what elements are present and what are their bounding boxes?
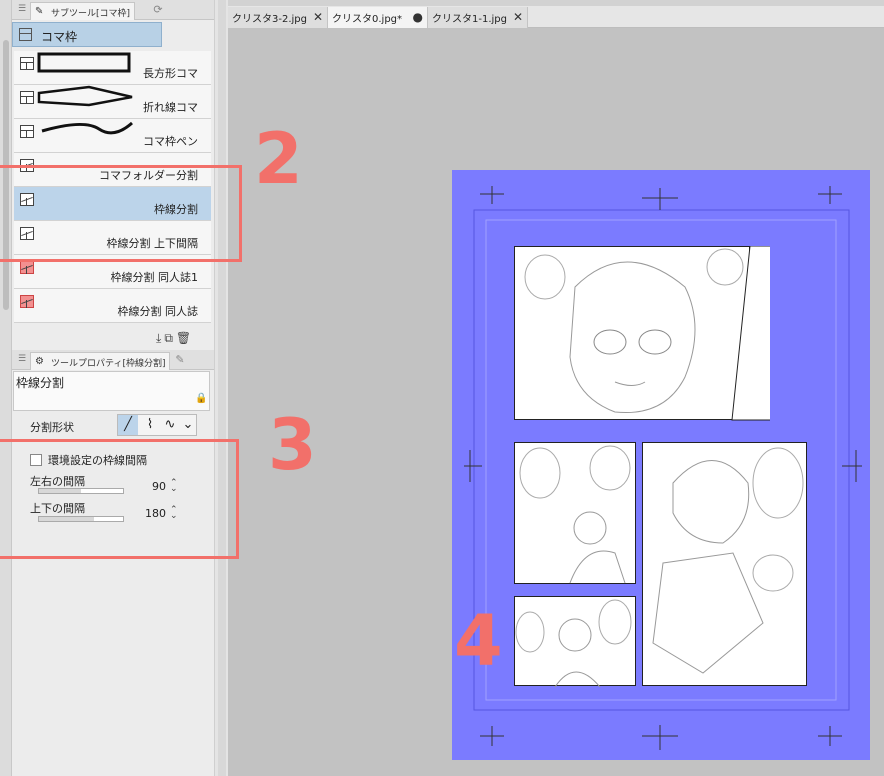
subtool-item-frame-pen[interactable]: コマ枠ペン	[14, 119, 211, 153]
tab-subtool-frame[interactable]: ✎ サブツール[コマ枠]	[30, 2, 136, 20]
subtool-tab-label: サブツール[コマ枠]	[51, 9, 131, 19]
frame-group-icon	[19, 28, 32, 41]
annotation-box-3	[0, 439, 239, 559]
divide-red-icon	[20, 295, 34, 308]
subtool-list-tools: ⤓⧉🗑	[156, 331, 194, 346]
lock-icon[interactable]: 🔒	[195, 393, 207, 404]
panel-menu-icon[interactable]: ☰	[18, 4, 26, 14]
subtool-tabbar: ☰ ✎ サブツール[コマ枠] ⟳	[12, 0, 214, 20]
panel-menu-icon[interactable]: ☰	[18, 354, 26, 364]
annotation-box-2	[0, 165, 242, 262]
subtool-item-label: 長方形コマ	[143, 67, 198, 80]
doc-tab-3[interactable]: クリスタ1-1.jpg ✕	[428, 7, 528, 28]
panel-scrollbar-thumb[interactable]	[218, 0, 226, 776]
wrench-icon: ⚙	[35, 356, 44, 367]
sketch-girl-closeup	[524, 248, 744, 414]
menu-strip	[228, 0, 884, 6]
split-shape-selector[interactable]: ╱ ⌇ ∿ ⌄	[117, 414, 197, 436]
doc-tab-2[interactable]: クリスタ0.jpg* ●	[328, 7, 428, 28]
polyline-icon[interactable]: ⌇	[140, 415, 160, 435]
slanted-panel-frame[interactable]	[730, 246, 770, 426]
tab-tool-property[interactable]: ⚙ ツールプロパティ[枠線分割]	[30, 352, 171, 370]
tool-name-box: 枠線分割	[13, 371, 210, 411]
panel-frame-5[interactable]	[514, 596, 636, 687]
annotation-number-3: 3	[268, 404, 317, 486]
curve-icon[interactable]: ∿	[160, 415, 180, 435]
history-icon[interactable]: ⟳	[148, 3, 168, 19]
document-tabbar: クリスタ3-2.jpg ✕ クリスタ0.jpg* ● クリスタ1-1.jpg ✕	[228, 0, 884, 28]
divide-red-icon	[20, 261, 34, 274]
brush-icon[interactable]: ✎	[170, 353, 190, 369]
panel-frame-4[interactable]	[642, 442, 807, 686]
pen-icon: ✎	[35, 6, 44, 17]
doc-tab-label: クリスタ0.jpg*	[332, 14, 403, 25]
sketch-characters	[519, 445, 631, 584]
close-icon[interactable]: ✕	[513, 10, 523, 24]
split-shape-label: 分割形状	[30, 421, 74, 434]
subtool-item-label: コマ枠ペン	[143, 135, 198, 148]
sketch-girl-seated	[652, 447, 804, 674]
close-icon[interactable]: ✕	[313, 10, 323, 24]
subtool-item-label: 枠線分割 同人誌1	[110, 271, 199, 284]
sketch-boy	[515, 599, 632, 687]
tool-property-tab-label: ツールプロパティ[枠線分割]	[51, 359, 166, 369]
subtool-item-label: 枠線分割 同人誌	[117, 305, 199, 318]
doc-tab-label: クリスタ1-1.jpg	[432, 14, 507, 25]
modified-dot-icon[interactable]: ●	[413, 10, 423, 24]
subtool-item-label: 折れ線コマ	[143, 101, 198, 114]
subtool-item-doujin[interactable]: 枠線分割 同人誌	[14, 289, 211, 323]
left-scroll-strip[interactable]	[0, 0, 12, 776]
tool-name: 枠線分割	[16, 376, 65, 390]
group-title: コマ枠	[41, 30, 78, 44]
trash-icon[interactable]: 🗑	[176, 331, 194, 345]
tool-property-tabbar: ☰ ⚙ ツールプロパティ[枠線分割] ✎	[12, 350, 214, 370]
straight-line-icon[interactable]: ╱	[118, 415, 138, 435]
subtool-group-header[interactable]: コマ枠	[12, 22, 162, 47]
subtool-item-polyline-frame[interactable]: 折れ線コマ	[14, 85, 211, 119]
subtool-item-rectangle-frame[interactable]: 長方形コマ	[14, 51, 211, 85]
duplicate-icon[interactable]: ⧉	[164, 331, 176, 345]
annotation-number-4: 4	[454, 600, 503, 682]
panel-frame-3[interactable]	[514, 442, 636, 584]
panel-frame-1[interactable]	[514, 246, 750, 420]
annotation-number-2: 2	[254, 118, 303, 200]
doc-tab-1[interactable]: クリスタ3-2.jpg ✕	[228, 7, 328, 28]
manga-page[interactable]	[452, 170, 870, 760]
panel-scrollbar[interactable]	[214, 0, 228, 776]
chevron-down-icon[interactable]: ⌄	[178, 415, 198, 435]
doc-tab-label: クリスタ3-2.jpg	[232, 14, 307, 25]
